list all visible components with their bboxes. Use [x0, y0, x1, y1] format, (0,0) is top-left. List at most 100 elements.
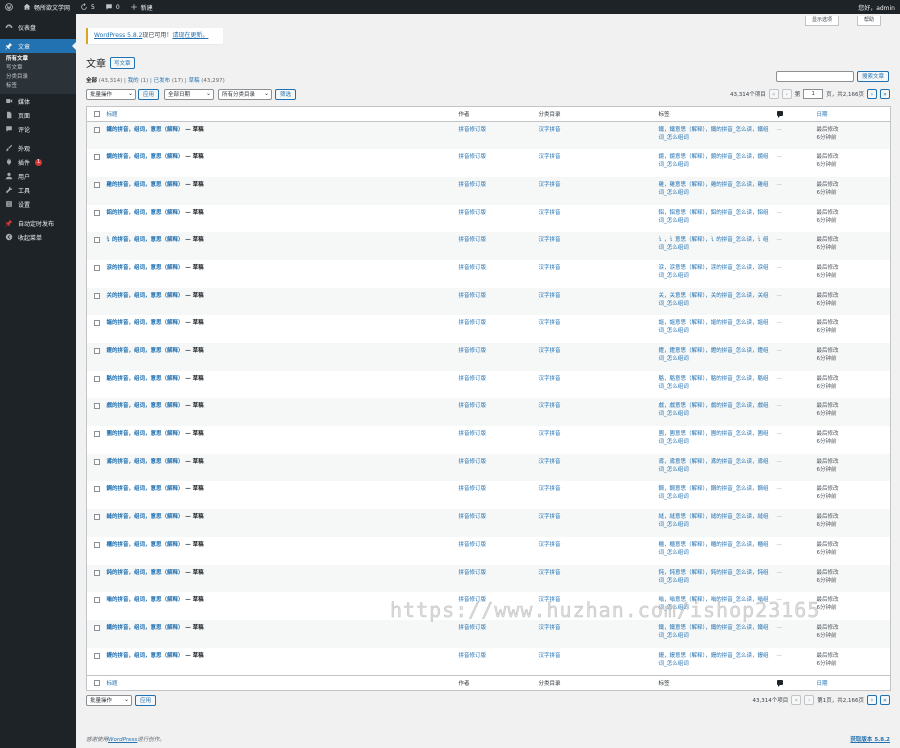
- post-title-link[interactable]: 嗡的拼音，组词，意思（解释）: [107, 597, 184, 603]
- post-tags-link[interactable]: 嗡，嗡意思（解释），嗡的拼音_怎么读，嗡组词_怎么组词: [659, 597, 769, 611]
- search-input[interactable]: [776, 71, 854, 82]
- post-tags-link[interactable]: 鈍，鈍意思（解释），鈍的拼音_怎么读，鈍组词_怎么组词: [659, 570, 769, 584]
- first-page-button[interactable]: «: [768, 89, 779, 99]
- row-checkbox[interactable]: [94, 486, 100, 493]
- post-tags-link[interactable]: 圊，圊意思（解释），圊的拼音_怎么读，圊组词_怎么组词: [659, 431, 769, 445]
- post-author-link[interactable]: 拼音修订版: [459, 570, 487, 576]
- post-title-link[interactable]: 雞的拼音，组词，意思（解释）: [107, 182, 184, 188]
- post-tags-link[interactable]: 謳，謳意思（解释），謳的拼音_怎么读，謳组词_怎么组词: [659, 320, 769, 334]
- column-date-label[interactable]: 日期: [817, 112, 828, 118]
- update-now-link[interactable]: 请现在更新。: [172, 32, 208, 39]
- menu-comments[interactable]: 评论: [0, 122, 76, 136]
- post-tags-link[interactable]: 櫃，櫃意思（解释），櫃的拼音_怎么读，櫃组词_怎么组词: [659, 542, 769, 556]
- post-title-link[interactable]: 鈍的拼音，组词，意思（解释）: [107, 570, 184, 576]
- post-author-link[interactable]: 拼音修订版: [459, 625, 487, 631]
- footer-wordpress-link[interactable]: WordPress: [108, 737, 137, 743]
- updates-link[interactable]: 5: [75, 0, 100, 14]
- post-title-link[interactable]: 鋁的拼音，组词，意思（解释）: [107, 210, 184, 216]
- row-checkbox[interactable]: [94, 292, 100, 299]
- post-tags-link[interactable]: 涙，涙意思（解释），涙的拼音_怎么读，涙组词_怎么组词: [659, 265, 769, 279]
- select-all-checkbox[interactable]: [94, 111, 100, 117]
- post-tags-link[interactable]: 戲，戲意思（解释），戲的拼音_怎么读，戲组词_怎么组词: [659, 403, 769, 417]
- column-title-label[interactable]: 标题: [107, 112, 118, 118]
- post-tags-link[interactable]: 鋁，鋁意思（解释），鋁的拼音_怎么读，鋁组词_怎么组词: [659, 210, 769, 224]
- post-tags-link[interactable]: 讠，讠意思（解释），讠的拼音_怎么读，讠组词_怎么组词: [659, 237, 769, 251]
- row-checkbox[interactable]: [94, 541, 100, 548]
- post-category-link[interactable]: 汉字拼音: [539, 210, 561, 216]
- post-category-link[interactable]: 汉字拼音: [539, 431, 561, 437]
- row-checkbox[interactable]: [94, 514, 100, 521]
- post-author-link[interactable]: 拼音修订版: [459, 653, 487, 659]
- submenu-tags[interactable]: 标签: [0, 82, 76, 91]
- menu-tools[interactable]: 工具: [0, 183, 76, 197]
- menu-settings[interactable]: 设置: [0, 197, 76, 211]
- filter-button[interactable]: 筛选: [275, 89, 297, 100]
- post-category-link[interactable]: 汉字拼音: [539, 459, 561, 465]
- menu-dashboard[interactable]: 仪表盘: [0, 20, 76, 34]
- row-checkbox[interactable]: [94, 624, 100, 631]
- column-date-header[interactable]: 日期: [812, 106, 891, 122]
- post-author-link[interactable]: 拼音修订版: [459, 237, 487, 243]
- post-category-link[interactable]: 汉字拼音: [539, 265, 561, 271]
- post-category-link[interactable]: 汉字拼音: [539, 514, 561, 520]
- collapse-menu-button[interactable]: 收起菜单: [0, 230, 76, 244]
- post-category-link[interactable]: 汉字拼音: [539, 625, 561, 631]
- menu-plugins[interactable]: 插件 1: [0, 155, 76, 169]
- row-checkbox[interactable]: [94, 264, 100, 271]
- post-tags-link[interactable]: 鐵，鐵意思（解释），鐵的拼音_怎么读，鐵组词_怎么组词: [659, 127, 769, 141]
- view-all[interactable]: 全部: [86, 78, 97, 84]
- row-checkbox[interactable]: [94, 181, 100, 188]
- apply-button-top[interactable]: 应用: [138, 89, 160, 100]
- post-tags-link[interactable]: 鏡，鏡意思（解释），鏡的拼音_怎么读，鏡组词_怎么组词: [659, 154, 769, 168]
- post-category-link[interactable]: 汉字拼音: [539, 293, 561, 299]
- column-date-footer[interactable]: 日期: [812, 674, 891, 691]
- new-content-link[interactable]: 新建: [125, 0, 158, 14]
- post-title-link[interactable]: 圊的拼音，组词，意思（解释）: [107, 431, 184, 437]
- post-title-link[interactable]: 鐙的拼音，组词，意思（解释）: [107, 348, 184, 354]
- post-author-link[interactable]: 拼音修订版: [459, 210, 487, 216]
- post-author-link[interactable]: 拼音修订版: [459, 597, 487, 603]
- column-date-footer-label[interactable]: 日期: [817, 681, 828, 687]
- column-title-header[interactable]: 标题: [102, 106, 455, 122]
- submenu-add-new[interactable]: 写文章: [0, 64, 76, 73]
- post-tags-link[interactable]: 鏝，鏝意思（解释），鏝的拼音_怎么读，鏝组词_怎么组词: [659, 653, 769, 667]
- date-filter-select[interactable]: 全部日期: [164, 89, 214, 100]
- submenu-all-posts[interactable]: 所有文章: [0, 55, 76, 64]
- view-published[interactable]: 已发布: [154, 78, 171, 84]
- footer-version-link[interactable]: 获取版本 5.8.2: [850, 735, 890, 743]
- wp-logo-button[interactable]: [0, 0, 18, 14]
- post-title-link[interactable]: 鐵的拼音，组词，意思（解释）: [107, 127, 184, 133]
- post-author-link[interactable]: 拼音修订版: [459, 293, 487, 299]
- post-title-link[interactable]: 櫃的拼音，组词，意思（解释）: [107, 542, 184, 548]
- first-page-button-bottom[interactable]: «: [791, 695, 802, 705]
- row-checkbox[interactable]: [94, 209, 100, 216]
- post-author-link[interactable]: 拼音修订版: [459, 348, 487, 354]
- post-category-link[interactable]: 汉字拼音: [539, 597, 561, 603]
- row-checkbox[interactable]: [94, 569, 100, 576]
- post-category-link[interactable]: 汉字拼音: [539, 237, 561, 243]
- current-page-input[interactable]: 1: [803, 89, 824, 99]
- post-category-link[interactable]: 汉字拼音: [539, 154, 561, 160]
- post-author-link[interactable]: 拼音修订版: [459, 431, 487, 437]
- post-tags-link[interactable]: 鳶，鳶意思（解释），鳶的拼音_怎么读，鳶组词_怎么组词: [659, 459, 769, 473]
- view-mine[interactable]: 我的: [128, 78, 139, 84]
- row-checkbox[interactable]: [94, 154, 100, 161]
- post-category-link[interactable]: 汉字拼音: [539, 542, 561, 548]
- post-author-link[interactable]: 拼音修订版: [459, 154, 487, 160]
- post-tags-link[interactable]: 駱，駱意思（解释），駱的拼音_怎么读，駱组词_怎么组词: [659, 376, 769, 390]
- menu-posts[interactable]: 文章: [0, 39, 76, 53]
- post-title-link[interactable]: 鋼的拼音，组词，意思（解释）: [107, 486, 184, 492]
- bulk-actions-select-bottom[interactable]: 批量操作: [86, 695, 132, 706]
- next-page-button[interactable]: ›: [867, 89, 877, 99]
- row-checkbox[interactable]: [94, 597, 100, 604]
- help-button[interactable]: 帮助: [857, 16, 882, 26]
- row-checkbox[interactable]: [94, 237, 100, 244]
- post-title-link[interactable]: 縫的拼音，组词，意思（解释）: [107, 514, 184, 520]
- column-title-footer[interactable]: 标题: [102, 674, 455, 691]
- row-checkbox[interactable]: [94, 652, 100, 659]
- post-author-link[interactable]: 拼音修订版: [459, 376, 487, 382]
- post-category-link[interactable]: 汉字拼音: [539, 320, 561, 326]
- post-tags-link[interactable]: 鐵，鐵意思（解释），鐵的拼音_怎么读，鐵组词_怎么组词: [659, 625, 769, 639]
- post-tags-link[interactable]: 关，关意思（解释），关的拼音_怎么读，关组词_怎么组词: [659, 293, 769, 307]
- prev-page-button[interactable]: ‹: [781, 89, 792, 99]
